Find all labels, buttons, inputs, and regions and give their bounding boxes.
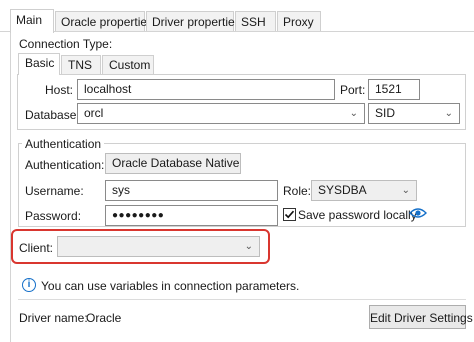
edit-driver-settings-button[interactable]: Edit Driver Settings bbox=[369, 305, 473, 329]
info-text: You can use variables in connection para… bbox=[41, 279, 300, 293]
port-label: Port: bbox=[340, 83, 366, 97]
authentication-group-title: Authentication bbox=[22, 137, 105, 151]
chevron-down-icon: ⌄ bbox=[401, 185, 410, 196]
password-label: Password: bbox=[25, 209, 82, 223]
authentication-value: Oracle Database Native bbox=[112, 156, 240, 170]
database-type-select[interactable]: SID ⌄ bbox=[368, 103, 460, 124]
authentication-label: Authentication: bbox=[25, 158, 105, 172]
checkmark-icon bbox=[284, 210, 295, 219]
role-label: Role: bbox=[283, 184, 312, 198]
connection-type-label: Connection Type: bbox=[19, 37, 113, 51]
driver-name-value: Oracle bbox=[86, 311, 122, 325]
password-input[interactable]: ●●●●●●●● bbox=[105, 205, 278, 226]
port-input[interactable]: 1521 bbox=[368, 79, 420, 100]
tab-main[interactable]: Main bbox=[10, 9, 54, 33]
username-input[interactable]: sys bbox=[105, 180, 278, 201]
chevron-down-icon: ⌄ bbox=[444, 108, 453, 119]
database-label: Database: bbox=[25, 108, 80, 122]
role-value: SYSDBA bbox=[318, 183, 367, 197]
database-type-value: SID bbox=[375, 106, 396, 120]
tab-ssh[interactable]: SSH bbox=[235, 11, 276, 31]
chevron-down-icon: ⌄ bbox=[225, 158, 234, 169]
host-label: Host: bbox=[45, 83, 74, 97]
show-password-icon[interactable] bbox=[409, 206, 427, 220]
tab-custom[interactable]: Custom bbox=[102, 55, 154, 74]
chevron-down-icon: ⌄ bbox=[349, 108, 358, 119]
save-password-checkbox[interactable] bbox=[283, 208, 296, 221]
client-label: Client: bbox=[19, 241, 54, 255]
divider bbox=[18, 299, 466, 300]
chevron-down-icon: ⌄ bbox=[244, 241, 253, 252]
tab-driver-properties[interactable]: Driver properties bbox=[146, 11, 241, 31]
host-input[interactable]: localhost bbox=[77, 79, 335, 100]
authentication-select[interactable]: Oracle Database Native ⌄ bbox=[105, 153, 241, 174]
tab-proxy[interactable]: Proxy bbox=[277, 11, 321, 31]
tab-tns[interactable]: TNS bbox=[61, 55, 101, 74]
save-password-label: Save password locally bbox=[298, 208, 417, 222]
tab-basic[interactable]: Basic bbox=[18, 53, 60, 75]
info-icon: i bbox=[22, 278, 36, 292]
client-select[interactable]: ⌄ bbox=[57, 236, 260, 257]
driver-name-label: Driver name: bbox=[19, 311, 88, 325]
database-combo[interactable]: orcl ⌄ bbox=[77, 103, 365, 124]
role-select[interactable]: SYSDBA ⌄ bbox=[311, 180, 417, 201]
tab-oracle-properties[interactable]: Oracle properties bbox=[55, 11, 153, 31]
database-value: orcl bbox=[84, 106, 104, 120]
username-label: Username: bbox=[25, 184, 84, 198]
